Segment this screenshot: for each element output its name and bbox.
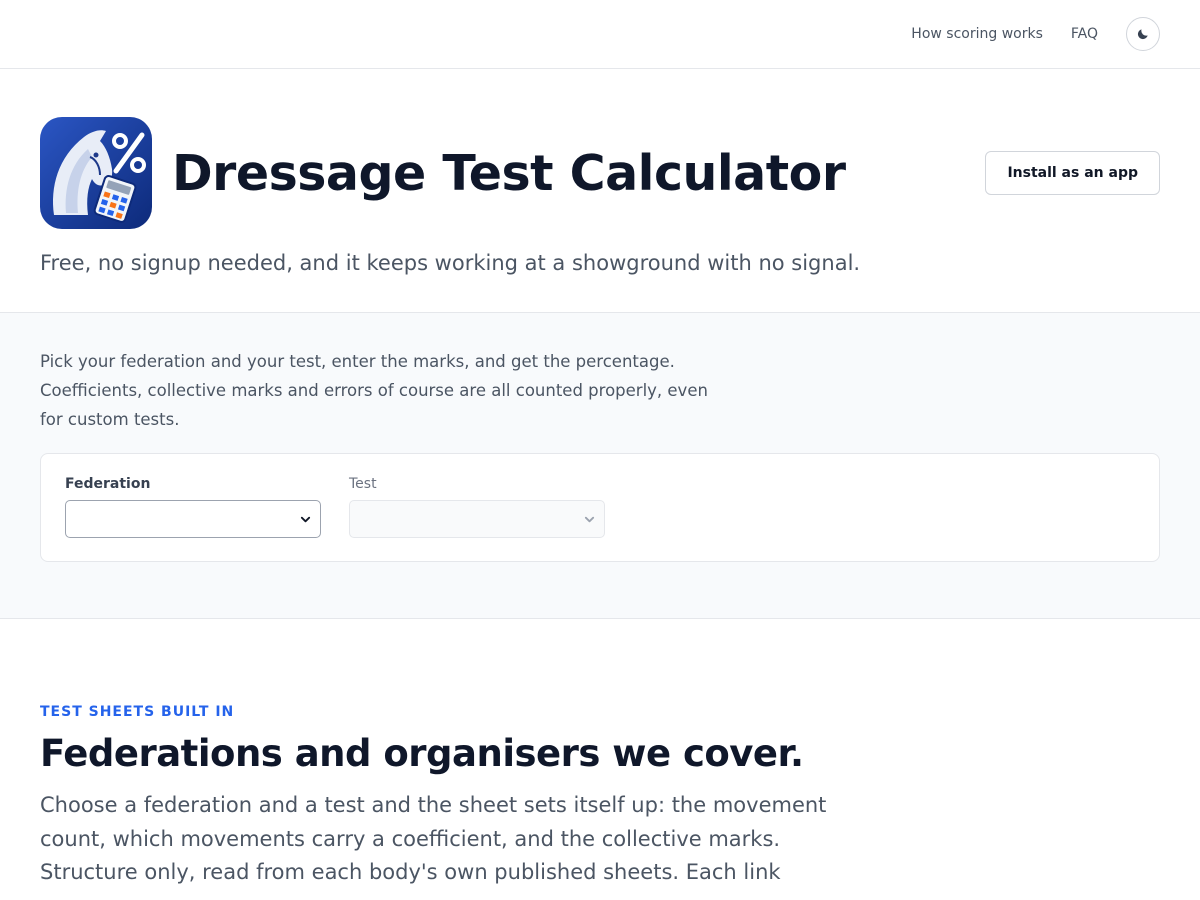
coverage-section: TEST SHEETS BUILT IN Federations and org…	[0, 619, 1200, 890]
test-label: Test	[349, 476, 377, 492]
calculator-intro: Pick your federation and your test, ente…	[40, 352, 708, 429]
federation-select[interactable]	[65, 500, 321, 538]
coverage-heading: Federations and organisers we cover.	[40, 732, 804, 775]
chevron-down-icon	[300, 516, 311, 523]
top-navigation: How scoring works FAQ	[0, 0, 1200, 69]
section-eyebrow: TEST SHEETS BUILT IN	[40, 704, 235, 720]
app-logo	[40, 117, 152, 229]
install-app-button[interactable]: Install as an app	[985, 151, 1160, 195]
chevron-down-icon	[584, 516, 595, 523]
nav-link-how-scoring-works[interactable]: How scoring works	[911, 26, 1043, 42]
page-title: Dressage Test Calculator	[172, 144, 846, 202]
calculator-section: Pick your federation and your test, ente…	[0, 313, 1200, 619]
federation-label: Federation	[65, 476, 151, 492]
federation-field: Federation	[65, 476, 321, 561]
horse-calculator-percent-icon	[40, 117, 152, 229]
test-field: Test	[349, 476, 605, 561]
hero-section: Dressage Test Calculator Install as an a…	[0, 69, 1200, 313]
nav-link-faq[interactable]: FAQ	[1071, 26, 1098, 42]
coverage-description: Choose a federation and a test and the s…	[40, 793, 827, 884]
moon-icon	[1137, 29, 1148, 40]
test-selector-card: Federation Test	[40, 453, 1160, 562]
test-select[interactable]	[349, 500, 605, 538]
hero-subtitle: Free, no signup needed, and it keeps wor…	[40, 251, 861, 275]
theme-toggle-button[interactable]	[1126, 17, 1160, 51]
